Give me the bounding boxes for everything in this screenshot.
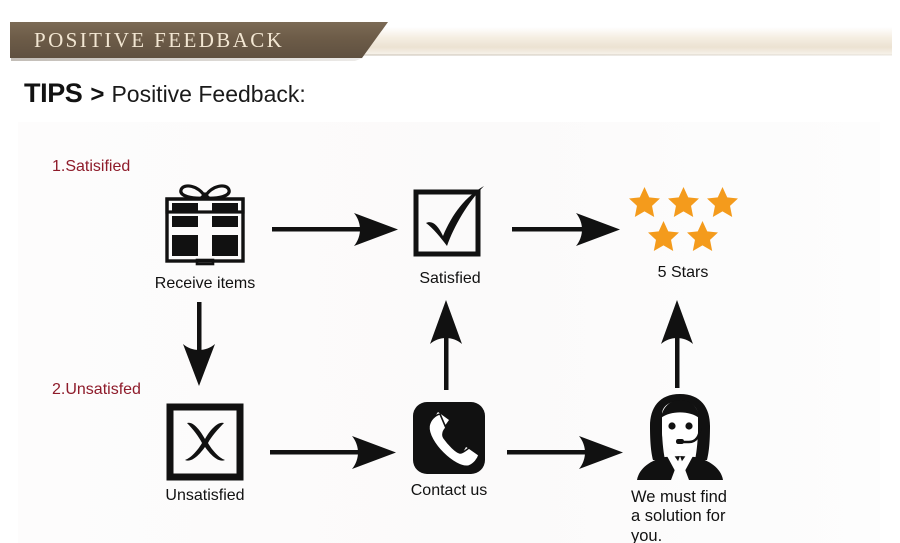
node-caption-five-stars: 5 Stars (657, 264, 709, 281)
star-row-bottom (627, 220, 739, 252)
arrow-contact-to-satisfied (430, 300, 462, 390)
node-caption-receive-items: Receive items (154, 275, 256, 292)
slide-canvas: POSITIVE FEEDBACK TIPS > Positive Feedba… (0, 0, 900, 543)
banner-dark-shadow (11, 58, 363, 61)
five-stars-icon (627, 186, 739, 252)
telephone-icon (413, 402, 485, 474)
node-five-stars: 5 Stars (624, 186, 742, 282)
star-icon (706, 187, 738, 217)
star-icon (687, 221, 718, 251)
node-caption-satisfied: Satisfied (419, 270, 481, 287)
star-icon (667, 187, 699, 217)
star-icon (648, 221, 679, 251)
step-label-satisfied: 1.Satisified (52, 158, 131, 175)
node-receive-items: Receive items (155, 183, 255, 293)
arrow-receive-to-unsatisfied (183, 302, 215, 386)
banner: POSITIVE FEEDBACK (0, 22, 900, 61)
page-title-subject: Positive Feedback: (111, 81, 306, 107)
page-title: TIPS > Positive Feedback: (24, 78, 306, 109)
star-icon (628, 187, 660, 217)
checked-box-icon (413, 186, 484, 257)
node-support-agent: We must find a solution for you. (631, 392, 781, 543)
gift-box-icon (165, 184, 245, 266)
arrow-receive-to-satisfied (272, 213, 398, 246)
banner-dark-strip: POSITIVE FEEDBACK (10, 22, 388, 58)
star-row-top (627, 186, 739, 218)
node-caption-unsatisfied: Unsatisfied (165, 487, 245, 504)
node-caption-support-agent: We must find a solution for you. (631, 488, 727, 543)
arrow-unsatisfied-to-contact (270, 436, 396, 469)
step-label-unsatisfied: 2.Unsatisfed (52, 381, 141, 398)
arrow-contact-to-agent (507, 436, 623, 469)
node-caption-contact-us: Contact us (410, 482, 488, 499)
arrow-satisfied-to-stars (512, 213, 620, 246)
page-title-tips: TIPS (24, 78, 83, 108)
node-unsatisfied: Unsatisfied (160, 403, 250, 505)
banner-title: POSITIVE FEEDBACK (34, 27, 285, 52)
node-satisfied: Satisfied (405, 184, 495, 288)
page-title-separator: > (90, 81, 105, 108)
support-agent-icon (637, 394, 723, 480)
crossed-box-icon (166, 403, 244, 481)
arrow-agent-to-stars (661, 300, 693, 388)
node-contact-us: Contact us (406, 400, 492, 500)
